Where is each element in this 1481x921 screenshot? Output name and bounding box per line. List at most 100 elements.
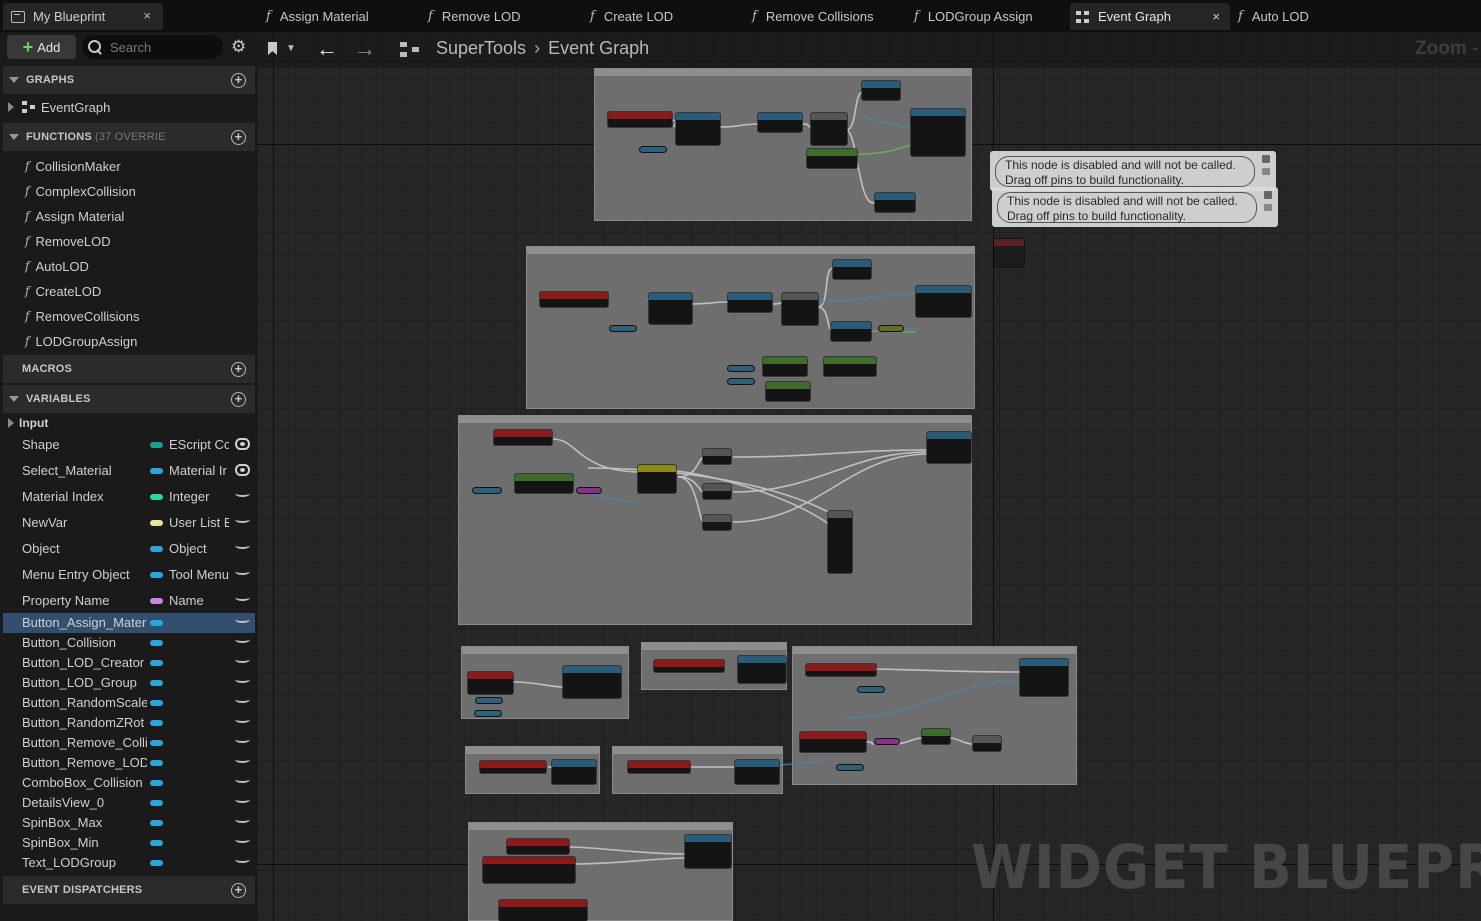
- tab-create-lod[interactable]: f Create LOD: [590, 3, 673, 30]
- function-node[interactable]: [638, 465, 676, 493]
- variable-type[interactable]: Material Ir: [169, 463, 229, 478]
- function-node[interactable]: [685, 835, 731, 868]
- function-item[interactable]: f CollisionMaker: [3, 155, 255, 177]
- function-node[interactable]: [807, 149, 857, 168]
- variable-node[interactable]: [474, 710, 502, 717]
- event-node[interactable]: [480, 761, 546, 773]
- section-functions[interactable]: FUNCTIONS (37 OVERRIE +: [3, 123, 255, 151]
- function-node[interactable]: [782, 293, 818, 325]
- eye-closed-icon[interactable]: [235, 516, 250, 523]
- function-item[interactable]: f ComplexCollision: [3, 180, 255, 202]
- reroute-node[interactable]: [973, 736, 1001, 751]
- variable-node[interactable]: [727, 365, 755, 372]
- tab-remove-lod[interactable]: f Remove LOD: [428, 3, 521, 30]
- reroute-node[interactable]: [703, 515, 731, 530]
- disabled-node[interactable]: [994, 239, 1024, 267]
- eye-closed-icon[interactable]: [235, 776, 250, 783]
- function-node[interactable]: [875, 193, 915, 212]
- event-node[interactable]: [507, 839, 569, 854]
- tab-event-graph[interactable]: Event Graph ×: [1070, 3, 1230, 30]
- reroute-node[interactable]: [922, 729, 950, 744]
- function-node[interactable]: [911, 109, 965, 156]
- search-input[interactable]: Search: [82, 35, 223, 59]
- eye-closed-icon[interactable]: [235, 594, 250, 601]
- eye-open-icon[interactable]: [235, 438, 250, 450]
- function-node[interactable]: [649, 293, 692, 324]
- eye-closed-icon[interactable]: [235, 716, 250, 723]
- variable-type[interactable]: EScript Co: [169, 437, 229, 452]
- event-node[interactable]: [608, 112, 672, 127]
- function-node[interactable]: [833, 260, 871, 279]
- function-item[interactable]: f Assign Material: [3, 205, 255, 227]
- function-node[interactable]: [738, 656, 786, 683]
- reroute-node[interactable]: [703, 484, 731, 499]
- tab-assign-material[interactable]: f Assign Material: [266, 3, 369, 30]
- variable-type[interactable]: Integer: [169, 489, 229, 504]
- variable-type[interactable]: Object: [169, 541, 229, 556]
- add-graph-icon[interactable]: +: [231, 73, 246, 88]
- pin-icon[interactable]: [1262, 155, 1270, 163]
- variable-type[interactable]: Tool Menu: [169, 567, 229, 582]
- add-variable-icon[interactable]: +: [231, 392, 246, 407]
- event-node[interactable]: [628, 761, 690, 773]
- section-event-dispatchers[interactable]: EVENT DISPATCHERS +: [3, 876, 255, 904]
- eye-closed-icon[interactable]: [235, 836, 250, 843]
- function-node[interactable]: [563, 666, 621, 698]
- back-arrow-icon[interactable]: ←: [316, 36, 338, 62]
- function-item[interactable]: f CreateLOD: [3, 280, 255, 302]
- reroute-node[interactable]: [703, 449, 731, 464]
- widget-variable-row[interactable]: Button_Assign_Mater: [3, 613, 255, 633]
- widget-variable-row[interactable]: Button_LOD_Creator: [3, 653, 255, 673]
- function-item[interactable]: f RemoveLOD: [3, 230, 255, 252]
- function-node[interactable]: [824, 357, 876, 376]
- event-node[interactable]: [494, 430, 552, 445]
- tab-my-blueprint[interactable]: My Blueprint ×: [3, 3, 163, 30]
- eye-closed-icon[interactable]: [235, 568, 250, 575]
- pin-icon[interactable]: [1264, 191, 1272, 199]
- bubble-toggle-icon[interactable]: [1264, 204, 1272, 211]
- eye-closed-icon[interactable]: [235, 656, 250, 663]
- add-button[interactable]: + Add: [7, 35, 76, 59]
- add-macro-icon[interactable]: +: [231, 362, 246, 377]
- eye-closed-icon[interactable]: [235, 816, 250, 823]
- variable-row[interactable]: Property Name Name: [3, 588, 255, 614]
- widget-variable-row[interactable]: ComboBox_Collision: [3, 773, 255, 793]
- forward-arrow-icon[interactable]: →: [354, 36, 376, 62]
- add-function-icon[interactable]: +: [231, 130, 246, 145]
- variable-category-input[interactable]: Input: [3, 414, 255, 432]
- widget-variable-row[interactable]: Button_Collision: [3, 633, 255, 653]
- eye-closed-icon[interactable]: [235, 756, 250, 763]
- widget-variable-row[interactable]: Button_LOD_Group: [3, 673, 255, 693]
- function-item[interactable]: f AutoLOD: [3, 255, 255, 277]
- gear-icon[interactable]: ⚙: [231, 37, 246, 57]
- section-macros[interactable]: MACROS +: [3, 355, 255, 383]
- function-node[interactable]: [552, 760, 596, 784]
- variable-row[interactable]: NewVar User List E: [3, 510, 255, 536]
- function-node[interactable]: [758, 113, 802, 132]
- variable-node[interactable]: [472, 487, 502, 494]
- section-graphs[interactable]: GRAPHS +: [3, 66, 255, 94]
- variable-node[interactable]: [727, 378, 755, 385]
- variable-type[interactable]: Name: [169, 593, 229, 608]
- bubble-toggle-icon[interactable]: [1262, 168, 1270, 175]
- function-node[interactable]: [811, 113, 847, 145]
- tab-remove-collisions[interactable]: f Remove Collisions: [752, 3, 873, 30]
- event-node[interactable]: [483, 857, 575, 883]
- function-node[interactable]: [735, 760, 779, 784]
- variable-node[interactable]: [874, 738, 900, 745]
- widget-variable-row[interactable]: Button_RandomZRot: [3, 713, 255, 733]
- variable-node[interactable]: [475, 697, 503, 704]
- function-node[interactable]: [676, 113, 720, 145]
- function-node[interactable]: [916, 286, 971, 317]
- function-node[interactable]: [766, 382, 810, 401]
- bookmark-icon[interactable]: [268, 42, 277, 55]
- function-node[interactable]: [763, 357, 807, 376]
- breadcrumb-root[interactable]: SuperTools: [436, 38, 526, 58]
- section-variables[interactable]: VARIABLES +: [3, 385, 255, 413]
- variable-node[interactable]: [576, 487, 602, 494]
- function-node[interactable]: [728, 293, 772, 312]
- eye-closed-icon[interactable]: [235, 796, 250, 803]
- variable-node[interactable]: [836, 764, 864, 771]
- variable-node[interactable]: [609, 325, 637, 332]
- graph-item-eventgraph[interactable]: EventGraph: [3, 96, 255, 118]
